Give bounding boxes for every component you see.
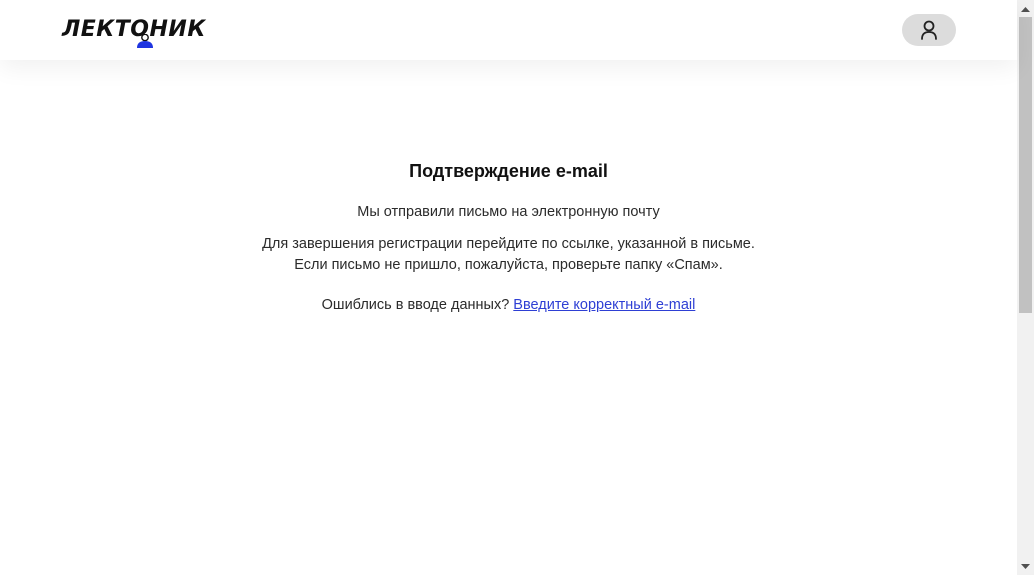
- correct-email-link[interactable]: Введите корректный e-mail: [513, 297, 695, 313]
- page: ЛЕКТОНИК Подтверждение e-mail Мы отправи…: [0, 0, 1034, 575]
- instruction-line-1: Для завершения регистрации перейдите по …: [262, 236, 755, 252]
- instruction-line-2: Если письмо не пришло, пожалуйста, прове…: [294, 257, 723, 273]
- logo[interactable]: ЛЕКТОНИК: [62, 16, 214, 48]
- mascot-icon: [137, 34, 153, 48]
- user-icon: [921, 20, 937, 40]
- account-button[interactable]: [902, 14, 956, 46]
- error-prompt-row: Ошиблись в вводе данных? Введите коррект…: [0, 295, 1017, 315]
- scrollbar-thumb[interactable]: [1019, 17, 1032, 313]
- main-content: Подтверждение e-mail Мы отправили письмо…: [0, 60, 1017, 575]
- site-header: ЛЕКТОНИК: [0, 0, 1017, 60]
- vertical-scrollbar[interactable]: [1017, 0, 1034, 575]
- sent-message: Мы отправили письмо на электронную почту: [357, 204, 660, 220]
- scroll-down-arrow-icon[interactable]: [1017, 558, 1034, 575]
- viewport: ЛЕКТОНИК Подтверждение e-mail Мы отправи…: [0, 0, 1017, 575]
- scroll-up-arrow-icon[interactable]: [1017, 0, 1034, 17]
- error-prompt-text: Ошиблись в вводе данных?: [321, 297, 510, 313]
- page-title: Подтверждение e-mail: [409, 161, 608, 181]
- logo-text: ЛЕКТОНИК: [62, 17, 206, 42]
